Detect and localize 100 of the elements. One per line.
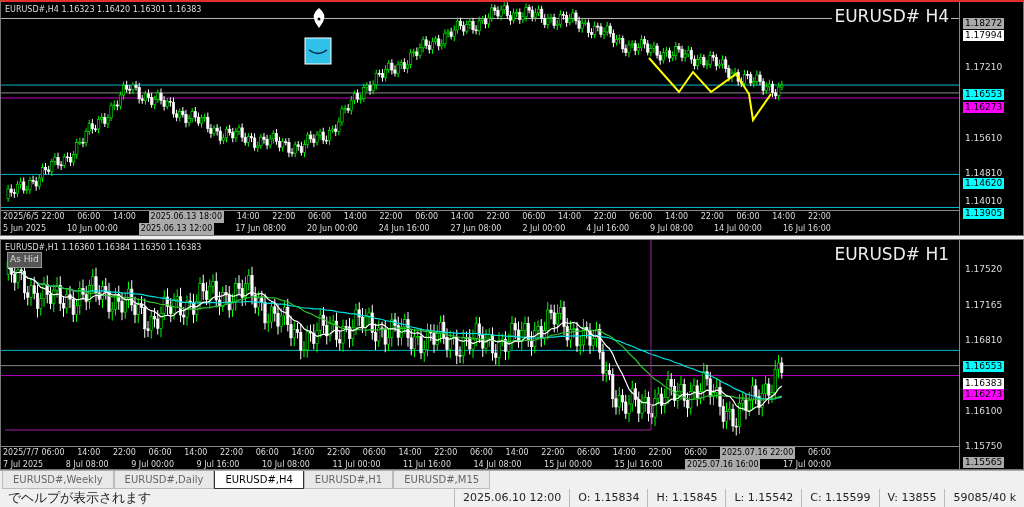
- time-label: 14:00: [557, 211, 581, 223]
- time-label: 22:00: [700, 211, 724, 223]
- time-label: 06:00: [469, 447, 493, 459]
- chart-header: EURUSD#,H4 1.16323 1.16420 1.16301 1.16383: [5, 4, 202, 16]
- time-label: 14:00: [398, 447, 422, 459]
- time-label: 2025.07.16 22:00: [719, 447, 796, 459]
- time-label: 4 Jul 16:00: [586, 223, 630, 235]
- time-label: 22:00: [112, 447, 136, 459]
- time-label: 7 Jul 2025: [3, 459, 44, 471]
- time-label: 11 Jul 00:00: [332, 459, 381, 471]
- chart-tab[interactable]: EURUSD#,M15: [393, 471, 491, 489]
- time-label: 14 Jul 08:00: [473, 459, 522, 471]
- time-label: 10 Jul 08:00: [262, 459, 310, 471]
- time-label: 06:00: [629, 211, 653, 223]
- time-label: 06:00: [255, 447, 279, 459]
- time-label: 22:00: [272, 211, 296, 223]
- smile-face-icon: [304, 37, 332, 65]
- time-label: 9 Jul 08:00: [650, 223, 693, 235]
- chart-header: EURUSD#,H1 1.16360 1.16384 1.16350 1.16383: [5, 242, 202, 254]
- time-label: 06:00: [736, 211, 760, 223]
- status-cell: 2025.06.10 12:00: [454, 489, 570, 507]
- time-label: 11 Jul 16:00: [403, 459, 451, 471]
- time-label: 2025.06.13 12:00: [138, 223, 215, 235]
- price-label: 1.16273: [963, 102, 1005, 113]
- time-label: 8 Jul 08:00: [65, 459, 109, 471]
- connection-status: 59085/40 k: [944, 489, 1024, 507]
- time-label: 10 Jun 00:00: [67, 223, 118, 235]
- price-label: 1.16273: [963, 389, 1005, 400]
- price-label: 1.16553: [963, 89, 1005, 100]
- status-cell: H: 1.15845: [647, 489, 726, 507]
- time-label: 2025.06.13 18:00: [148, 211, 224, 223]
- time-label: 14:00: [665, 211, 689, 223]
- time-label: 14:00: [450, 211, 474, 223]
- time-label: 16 Jul 16:00: [782, 223, 831, 235]
- status-help: でヘルプが表示されます: [7, 489, 152, 507]
- price-label: 1.16383: [963, 378, 1005, 389]
- status-cell: O: 1.15834: [569, 489, 648, 507]
- chart-tab[interactable]: EURUSD#,Weekly: [2, 471, 114, 489]
- time-label: 06:00: [148, 447, 172, 459]
- time-label: 14:00: [291, 447, 315, 459]
- time-label: 14:00: [343, 211, 367, 223]
- price-label: 1.14620: [963, 178, 1005, 189]
- time-label: 06:00: [308, 211, 332, 223]
- time-label: 14:00: [236, 211, 260, 223]
- time-label: 14:00: [772, 211, 796, 223]
- price-label: 1.13905: [963, 208, 1005, 219]
- time-label: 06:00: [522, 211, 546, 223]
- time-label: 06:00: [415, 211, 439, 223]
- time-label: 14:00: [112, 211, 136, 223]
- price-label: 1.14010: [964, 196, 1004, 207]
- time-label: 14:00: [184, 447, 208, 459]
- time-label: 9 Jul 00:00: [131, 459, 175, 471]
- time-label: 22:00: [434, 447, 458, 459]
- price-label: 1.17994: [963, 30, 1005, 41]
- status-cell: C: 1.15599: [801, 489, 879, 507]
- time-label: 24 Jun 16:00: [378, 223, 430, 235]
- price-label: 1.17165: [964, 300, 1004, 311]
- time-label: 06:00: [807, 447, 831, 459]
- time-label: 14:00: [505, 447, 529, 459]
- time-label: 2 Jul 00:00: [522, 223, 566, 235]
- time-label: 15 Jul 16:00: [614, 459, 663, 471]
- price-label: 1.18272: [963, 18, 1005, 29]
- time-label: 20 Jun 00:00: [307, 223, 358, 235]
- time-label: 22:00: [593, 211, 617, 223]
- time-label: 22:00: [648, 447, 672, 459]
- time-label: 22:00: [541, 447, 565, 459]
- time-label: 06:00: [362, 447, 386, 459]
- price-label: 1.15565: [963, 457, 1005, 468]
- price-label: 1.16100: [964, 406, 1004, 417]
- time-label: 2025/6/5 22:00: [3, 211, 65, 223]
- time-label: 27 Jun 08:00: [450, 223, 502, 235]
- time-label: 17 Jul 00:00: [783, 459, 831, 471]
- time-label: 2025/7/7 06:00: [3, 447, 65, 459]
- time-label: 06:00: [77, 211, 101, 223]
- price-label: 1.17520: [964, 264, 1004, 275]
- chart-tab[interactable]: EURUSD#,H1: [303, 471, 394, 489]
- time-label: 5 Jun 2025: [3, 223, 47, 235]
- time-label: 14:00: [77, 447, 101, 459]
- time-label: 22:00: [807, 211, 831, 223]
- price-label: 1.14810: [964, 168, 1004, 179]
- price-label: 1.16810: [964, 335, 1004, 346]
- time-label: 06:00: [684, 447, 708, 459]
- price-label: 1.15610: [964, 133, 1004, 144]
- price-label: 1.15750: [964, 441, 1004, 452]
- time-label: 06:00: [577, 447, 601, 459]
- time-label: 14:00: [612, 447, 636, 459]
- time-label: 22:00: [486, 211, 510, 223]
- time-label: 2025.07.16 16:00: [685, 459, 761, 471]
- status-cell: L: 1.15542: [725, 489, 802, 507]
- time-label: 15 Jul 00:00: [544, 459, 593, 471]
- status-cell: V: 13855: [878, 489, 945, 507]
- time-label: 22:00: [220, 447, 244, 459]
- time-label: 14 Jul 00:00: [713, 223, 762, 235]
- chart-tag: As Hid: [7, 252, 42, 268]
- time-label: 17 Jun 08:00: [235, 223, 286, 235]
- time-label: 22:00: [327, 447, 351, 459]
- price-label: 1.16553: [963, 361, 1005, 372]
- chart-tab[interactable]: EURUSD#,H4: [214, 471, 304, 489]
- pen-nib-icon: [313, 8, 325, 28]
- chart-tab[interactable]: EURUSD#,Daily: [113, 471, 215, 489]
